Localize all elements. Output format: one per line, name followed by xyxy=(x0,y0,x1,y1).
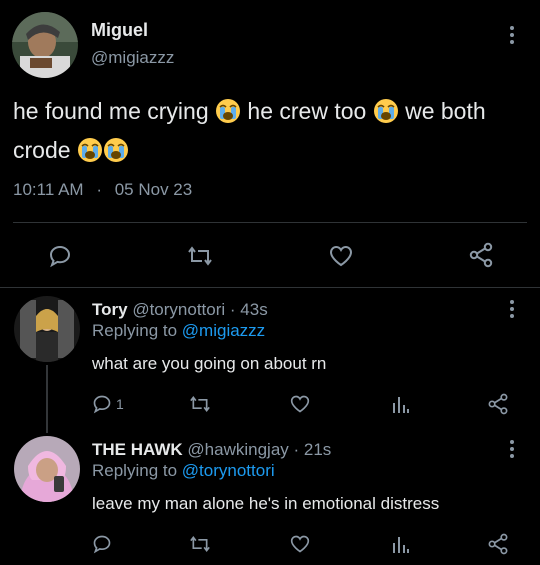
author-handle[interactable]: @migiazzz xyxy=(91,48,174,68)
crying-emoji-icon xyxy=(77,137,103,172)
share-icon[interactable] xyxy=(487,533,509,555)
reply-count: 1 xyxy=(116,396,124,412)
replying-to-label: Replying to xyxy=(92,461,178,480)
tweet-text-part: crode xyxy=(13,137,71,163)
separator-dot: · xyxy=(96,180,102,199)
avatar[interactable] xyxy=(14,296,80,362)
reply-author-handle[interactable]: @torynottori xyxy=(132,300,225,319)
retweet-icon[interactable] xyxy=(189,394,211,414)
retweet-icon[interactable] xyxy=(187,244,213,268)
more-options-icon[interactable] xyxy=(510,26,514,47)
reply-age: · 43s xyxy=(229,300,268,319)
analytics-icon[interactable] xyxy=(390,394,410,414)
reply-text: leave my man alone he's in emotional dis… xyxy=(92,494,440,513)
share-icon[interactable] xyxy=(487,393,509,415)
author-name[interactable]: Miguel xyxy=(91,20,148,41)
divider xyxy=(0,287,540,288)
reply-header: THE HAWK @hawkingjay · 21s xyxy=(92,440,331,460)
reply-author-handle[interactable]: @hawkingjay xyxy=(187,440,288,459)
reply-author-name[interactable]: THE HAWK xyxy=(92,440,183,459)
reply-age: · 21s xyxy=(293,440,332,459)
divider xyxy=(13,222,527,223)
reply-author-name[interactable]: Tory xyxy=(92,300,128,319)
tweet-time[interactable]: 10:11 AM xyxy=(13,180,84,199)
reply-text: what are you going on about rn xyxy=(92,354,327,373)
more-options-icon[interactable] xyxy=(510,300,514,321)
replying-to: Replying to @torynottori xyxy=(92,461,275,481)
share-icon[interactable] xyxy=(468,242,494,268)
tweet-timestamp: 10:11 AM · 05 Nov 23 xyxy=(13,180,192,200)
crying-emoji-icon xyxy=(215,98,241,133)
avatar[interactable] xyxy=(12,12,78,78)
retweet-icon[interactable] xyxy=(189,534,211,554)
avatar[interactable] xyxy=(14,436,80,502)
crying-emoji-icon xyxy=(373,98,399,133)
replying-to-handle[interactable]: @torynottori xyxy=(182,461,275,480)
replying-to-handle[interactable]: @migiazzz xyxy=(182,321,265,340)
reply-header: Tory @torynottori · 43s xyxy=(92,300,268,320)
more-options-icon[interactable] xyxy=(510,440,514,461)
like-icon[interactable] xyxy=(289,534,311,554)
tweet-date[interactable]: 05 Nov 23 xyxy=(115,180,193,199)
thread-connector xyxy=(46,365,48,433)
reply-icon[interactable] xyxy=(48,244,72,268)
analytics-icon[interactable] xyxy=(390,534,410,554)
like-icon[interactable] xyxy=(289,394,311,414)
replying-to-label: Replying to xyxy=(92,321,178,340)
like-icon[interactable] xyxy=(328,244,354,268)
reply-icon[interactable] xyxy=(92,394,112,414)
tweet-text-part: he crew too xyxy=(247,98,367,124)
tweet-text: he found me crying he crew too we both c… xyxy=(13,94,528,172)
crying-emoji-icon xyxy=(103,137,129,172)
reply-icon[interactable] xyxy=(92,534,112,554)
replying-to: Replying to @migiazzz xyxy=(92,321,265,341)
tweet-text-part: he found me crying xyxy=(13,98,209,124)
tweet-text-part: we both xyxy=(405,98,486,124)
